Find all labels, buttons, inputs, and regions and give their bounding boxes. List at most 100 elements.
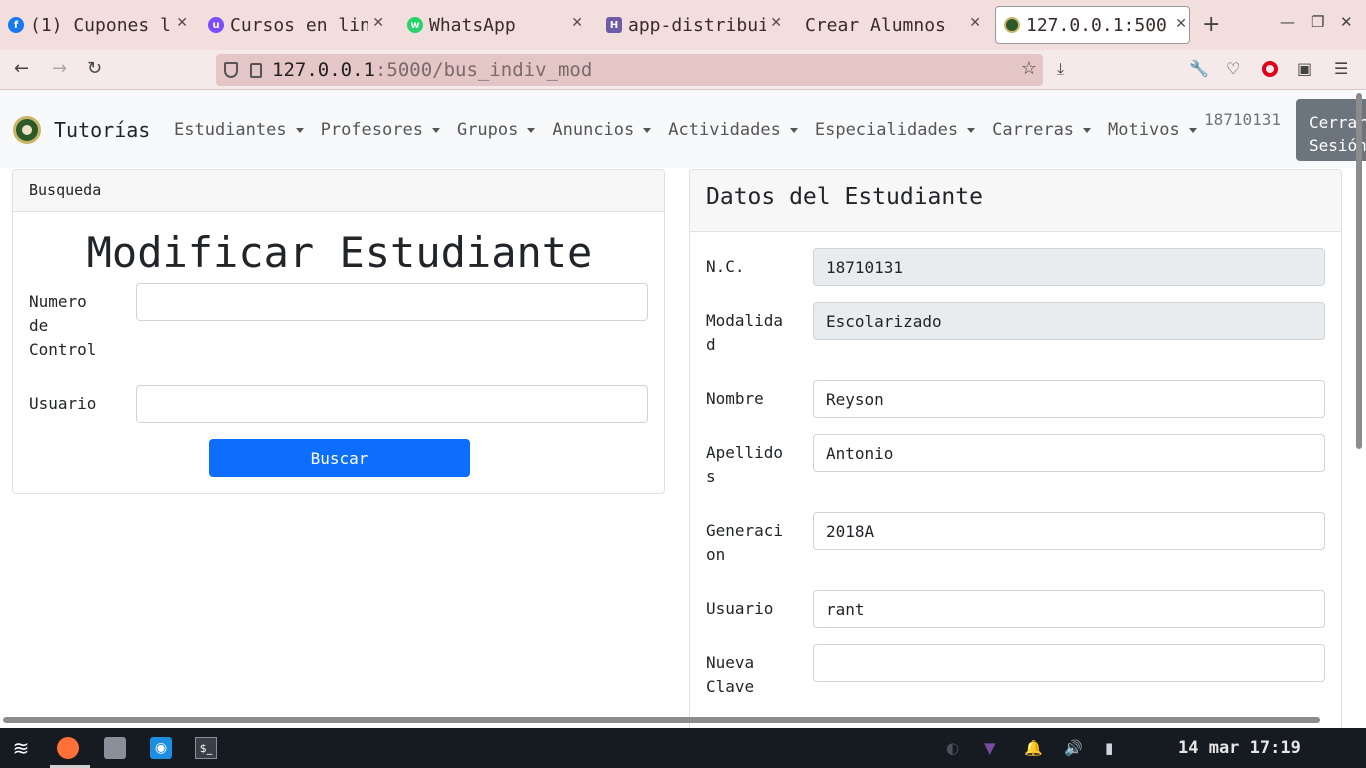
nav-item-actividades[interactable]: Actividades bbox=[668, 120, 798, 140]
nav-item-label: Actividades bbox=[668, 120, 781, 140]
page-info-icon[interactable] bbox=[250, 62, 262, 78]
network-icon[interactable]: ◐ bbox=[946, 739, 959, 757]
clock[interactable]: 14 mar 17:19 bbox=[1178, 738, 1301, 758]
horizontal-scrollbar[interactable] bbox=[3, 717, 1320, 723]
label-line: Generaci bbox=[706, 521, 784, 540]
nav-item-carreras[interactable]: Carreras bbox=[992, 120, 1092, 140]
url-bar[interactable]: 127.0.0.1:5000/bus_indiv_mod ☆ bbox=[216, 54, 1043, 86]
browser-tab-crear-alumnos[interactable]: Crear Alumnos ✕ bbox=[805, 6, 983, 44]
nav-item-profesores[interactable]: Profesores bbox=[321, 120, 440, 140]
nueva-clave-field[interactable] bbox=[813, 644, 1325, 682]
usuario-field[interactable] bbox=[813, 590, 1325, 628]
browser-tab-app-distribuidas[interactable]: H app-distribui ✕ bbox=[606, 6, 784, 44]
reload-icon[interactable]: ↻ bbox=[87, 58, 102, 79]
facebook-icon: f bbox=[8, 17, 24, 33]
terminal-icon[interactable]: $_ bbox=[195, 737, 217, 759]
nombre-label: Nombre bbox=[706, 389, 764, 408]
new-tab-icon[interactable]: + bbox=[1202, 12, 1220, 37]
firefox-icon[interactable] bbox=[57, 737, 79, 759]
close-icon[interactable]: ✕ bbox=[172, 15, 188, 31]
menu-icon[interactable]: ☰ bbox=[1334, 59, 1348, 78]
apellidos-label: Apellido s bbox=[706, 441, 783, 489]
url-text[interactable]: 127.0.0.1:5000/bus_indiv_mod bbox=[272, 59, 592, 81]
nav-item-grupos[interactable]: Grupos bbox=[457, 120, 536, 140]
label-line: Nueva bbox=[706, 653, 755, 672]
opera-extension-icon[interactable] bbox=[1262, 61, 1278, 81]
label-line: de bbox=[29, 316, 49, 335]
brand-title[interactable]: Tutorías bbox=[54, 118, 150, 142]
close-icon[interactable]: ✕ bbox=[1171, 16, 1187, 32]
download-icon[interactable]: ⤓ bbox=[1057, 59, 1064, 79]
label-line: Control bbox=[29, 340, 97, 359]
app-navbar: Tutorías Estudiantes Profesores Grupos A… bbox=[0, 90, 1366, 168]
url-path: :5000/bus_indiv_mod bbox=[374, 59, 593, 81]
apellidos-field[interactable] bbox=[813, 434, 1325, 472]
label-line: s bbox=[706, 467, 716, 486]
search-card-header: Busqueda bbox=[13, 170, 664, 212]
close-icon[interactable]: ✕ bbox=[965, 15, 981, 31]
label-line: Modalida bbox=[706, 311, 784, 330]
browser-tab-active[interactable]: 127.0.0.1:500 ✕ bbox=[995, 6, 1190, 44]
close-icon[interactable]: ✕ bbox=[368, 15, 384, 31]
caret-down-icon bbox=[295, 127, 304, 133]
control-number-input[interactable] bbox=[136, 283, 648, 321]
minimize-icon[interactable]: — bbox=[1280, 13, 1295, 31]
nav-item-motivos[interactable]: Motivos bbox=[1108, 120, 1197, 140]
nav-item-anuncios[interactable]: Anuncios bbox=[552, 120, 652, 140]
nav-item-label: Especialidades bbox=[814, 120, 959, 140]
usuario-label: Usuario bbox=[706, 599, 774, 618]
site-seal-icon bbox=[1004, 17, 1020, 33]
modalidad-label: Modalida d bbox=[706, 309, 783, 357]
bookmark-star-icon[interactable]: ☆ bbox=[1021, 58, 1037, 79]
modalidad-field[interactable] bbox=[813, 302, 1325, 340]
nav-item-label: Anuncios bbox=[552, 120, 635, 140]
caret-down-icon bbox=[527, 127, 536, 133]
browser-tab-cursos[interactable]: u Cursos en lin ✕ bbox=[208, 6, 386, 44]
nav-item-estudiantes[interactable]: Estudiantes bbox=[174, 120, 304, 140]
volume-icon[interactable]: 🔊 bbox=[1064, 739, 1083, 757]
pocket-icon[interactable]: ♡ bbox=[1226, 59, 1240, 78]
nav-menu: Estudiantes Profesores Grupos Anuncios A… bbox=[174, 120, 1214, 140]
shield-icon[interactable] bbox=[224, 62, 238, 78]
search-user-label: Usuario bbox=[29, 394, 97, 413]
url-host: 127.0.0.1 bbox=[272, 59, 375, 81]
close-window-icon[interactable]: ✕ bbox=[1340, 13, 1353, 31]
back-arrow-icon[interactable]: ← bbox=[14, 58, 29, 79]
generacion-field[interactable] bbox=[813, 512, 1325, 550]
forward-arrow-icon[interactable]: → bbox=[52, 58, 67, 79]
tab-title: Cursos en lin bbox=[230, 14, 371, 36]
tutorias-logo-icon[interactable] bbox=[13, 116, 41, 144]
extension-icon[interactable]: ▣ bbox=[1297, 59, 1312, 78]
close-icon[interactable]: ✕ bbox=[766, 15, 782, 31]
heroku-icon: H bbox=[606, 17, 622, 33]
browser-tab-whatsapp[interactable]: w WhatsApp ✕ bbox=[407, 6, 585, 44]
notifications-bell-icon[interactable]: 🔔 bbox=[1024, 739, 1043, 757]
tab-title: 127.0.0.1:500 bbox=[1026, 14, 1167, 36]
maximize-icon[interactable]: ❐ bbox=[1311, 13, 1324, 31]
search-card: Busqueda Modificar Estudiante Numero de … bbox=[12, 169, 665, 494]
tab-title: (1) Cupones l bbox=[30, 14, 171, 36]
vertical-scrollbar[interactable] bbox=[1356, 93, 1362, 449]
wifi-icon[interactable]: ▼ bbox=[984, 739, 996, 757]
software-store-icon[interactable]: ◉ bbox=[150, 737, 172, 759]
tab-title: WhatsApp bbox=[429, 14, 516, 36]
nav-item-especialidades[interactable]: Especialidades bbox=[814, 120, 976, 140]
browser-tab-cupones[interactable]: f (1) Cupones l ✕ bbox=[8, 6, 190, 44]
label-line: on bbox=[706, 545, 726, 564]
nombre-field[interactable] bbox=[813, 380, 1325, 418]
wrench-icon[interactable]: 🔧 bbox=[1189, 59, 1209, 78]
caret-down-icon bbox=[643, 127, 652, 133]
nc-field[interactable] bbox=[813, 248, 1325, 286]
tab-title: Crear Alumnos bbox=[805, 14, 946, 36]
battery-icon[interactable]: ▮ bbox=[1105, 739, 1113, 757]
generacion-label: Generaci on bbox=[706, 519, 783, 567]
caret-down-icon bbox=[431, 127, 440, 133]
nav-item-label: Motivos bbox=[1108, 120, 1180, 140]
search-button[interactable]: Buscar bbox=[209, 439, 470, 477]
search-user-input[interactable] bbox=[136, 385, 648, 423]
close-icon[interactable]: ✕ bbox=[567, 15, 583, 31]
zorin-menu-icon[interactable]: ≋ bbox=[8, 736, 34, 760]
files-icon[interactable] bbox=[104, 737, 126, 759]
caret-down-icon bbox=[967, 127, 976, 133]
label-line: Apellido bbox=[706, 443, 784, 462]
